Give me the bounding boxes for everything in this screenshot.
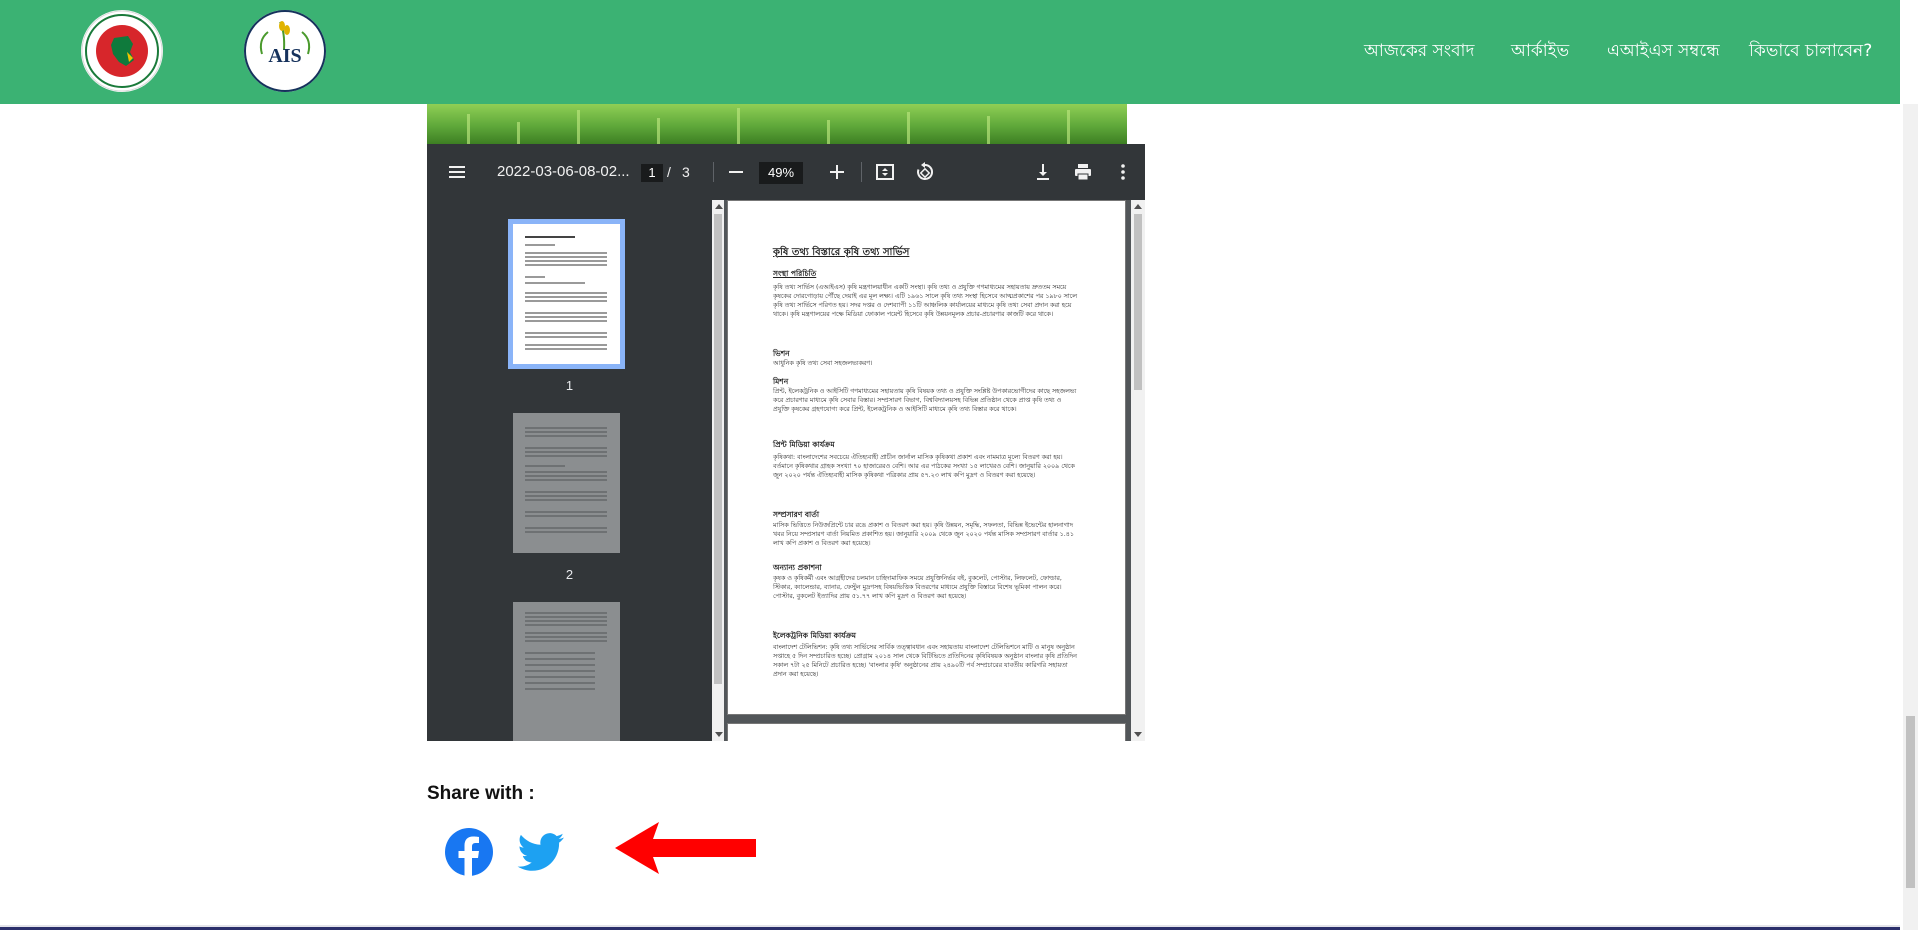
doc-paragraph: কৃষি তথ্য সার্ভিস (এআইএস) কৃষি মন্ত্রণাল… bbox=[773, 284, 1077, 319]
nav-archive[interactable]: আর্কাইভ bbox=[1511, 0, 1569, 104]
pdf-content-area: কৃষি তথ্য বিস্তারে কৃষি তথ্য সার্ভিস সংস… bbox=[724, 200, 1145, 741]
gov-logo[interactable] bbox=[81, 10, 163, 92]
fit-to-page-icon[interactable] bbox=[873, 160, 897, 184]
toolbar-divider bbox=[713, 162, 714, 182]
share-label: Share with : bbox=[427, 783, 535, 804]
nav-about-ais[interactable]: এআইএস সম্বন্ধে bbox=[1607, 0, 1720, 104]
pdf-filename: 2022-03-06-08-02... bbox=[497, 163, 630, 180]
site-header: AIS আজকের সংবাদ আর্কাইভ এআইএস সম্বন্ধে ক… bbox=[0, 0, 1900, 104]
page-separator: / bbox=[667, 164, 671, 180]
nav-how-to-use[interactable]: কিভাবে চালাবেন? bbox=[1749, 0, 1872, 104]
scroll-up-arrow-icon[interactable] bbox=[1134, 204, 1142, 209]
zoom-in-icon[interactable] bbox=[825, 160, 849, 184]
red-arrow-icon bbox=[615, 822, 756, 874]
thumbnail-label: 1 bbox=[565, 378, 574, 393]
bottom-edge bbox=[0, 925, 1900, 930]
pdf-page-1: কৃষি তথ্য বিস্তারে কৃষি তথ্য সার্ভিস সংস… bbox=[727, 200, 1126, 715]
print-icon[interactable] bbox=[1071, 160, 1095, 184]
pdf-toolbar: 2022-03-06-08-02... 1 / 3 49% bbox=[427, 144, 1145, 200]
ais-logo-icon: AIS bbox=[244, 10, 326, 92]
doc-paragraph: আধুনিক কৃষি তথ্য সেবা সহজলভ্যকরণ। bbox=[773, 360, 873, 367]
banner-image bbox=[427, 104, 1127, 144]
bangladesh-govt-emblem-icon bbox=[81, 10, 163, 92]
more-options-icon[interactable] bbox=[1111, 160, 1135, 184]
page-scrollbar[interactable] bbox=[1903, 104, 1918, 930]
thumbnail-label: 2 bbox=[565, 567, 574, 582]
pdf-page-2 bbox=[727, 723, 1126, 741]
scroll-down-arrow-icon[interactable] bbox=[1134, 732, 1142, 737]
menu-icon[interactable] bbox=[445, 160, 469, 184]
doc-paragraph: মাসিক ভিত্তিতে নিউজপ্রিন্টে চার রঙে প্রক… bbox=[773, 522, 1074, 548]
nav-todays-news[interactable]: আজকের সংবাদ bbox=[1364, 0, 1474, 104]
doc-paragraph: বাংলাদেশ টেলিভিশন: কৃষি তথ্য সার্ভিসের স… bbox=[773, 644, 1077, 679]
pdf-viewer: 2022-03-06-08-02... 1 / 3 49% 1 2 কৃষি ত… bbox=[427, 144, 1145, 741]
facebook-icon[interactable] bbox=[443, 826, 495, 878]
doc-paragraph: কৃষিকথা: বাংলাদেশের সবচেয়ে ঐতিহ্যবাহী প… bbox=[773, 454, 1075, 480]
thumbnail-page-2[interactable] bbox=[513, 413, 620, 553]
doc-paragraph: প্রিন্ট, ইলেকট্রনিক ও আইসিটি গণমাধ্যমের … bbox=[773, 388, 1077, 414]
page-number-input[interactable]: 1 bbox=[641, 164, 663, 182]
content-scroll-thumb[interactable] bbox=[1134, 214, 1142, 390]
scroll-down-arrow-icon[interactable] bbox=[715, 732, 723, 737]
zoom-out-icon[interactable] bbox=[724, 160, 748, 184]
zoom-level-input[interactable]: 49% bbox=[759, 162, 803, 184]
sidebar-scrollbar[interactable] bbox=[712, 200, 724, 741]
scroll-up-arrow-icon[interactable] bbox=[715, 204, 723, 209]
doc-heading: সংস্থা পরিচিতি bbox=[773, 269, 817, 278]
twitter-icon[interactable] bbox=[515, 826, 567, 878]
total-pages: 3 bbox=[682, 164, 690, 180]
doc-paragraph: কৃষক ও কৃষিকর্মী এবং আগ্রহীদের চলমান চাহ… bbox=[773, 575, 1062, 601]
thumbnail-page-1[interactable] bbox=[508, 219, 625, 369]
content-scrollbar[interactable] bbox=[1131, 200, 1145, 741]
page-scroll-thumb[interactable] bbox=[1906, 716, 1915, 888]
toolbar-divider bbox=[861, 162, 862, 182]
svg-text:AIS: AIS bbox=[268, 45, 301, 67]
ais-logo[interactable]: AIS bbox=[244, 10, 326, 92]
thumbnail-sidebar: 1 2 bbox=[427, 200, 712, 741]
sidebar-scroll-thumb[interactable] bbox=[714, 214, 722, 684]
thumbnail-page-3[interactable] bbox=[513, 602, 620, 741]
doc-heading: ইলেকট্রনিক মিডিয়া কার্যক্রম bbox=[773, 631, 856, 640]
doc-title: কৃষি তথ্য বিস্তারে কৃষি তথ্য সার্ভিস bbox=[773, 247, 910, 258]
rotate-icon[interactable] bbox=[913, 160, 937, 184]
download-icon[interactable] bbox=[1031, 160, 1055, 184]
doc-heading: প্রিন্ট মিডিয়া কার্যক্রম bbox=[773, 440, 835, 449]
